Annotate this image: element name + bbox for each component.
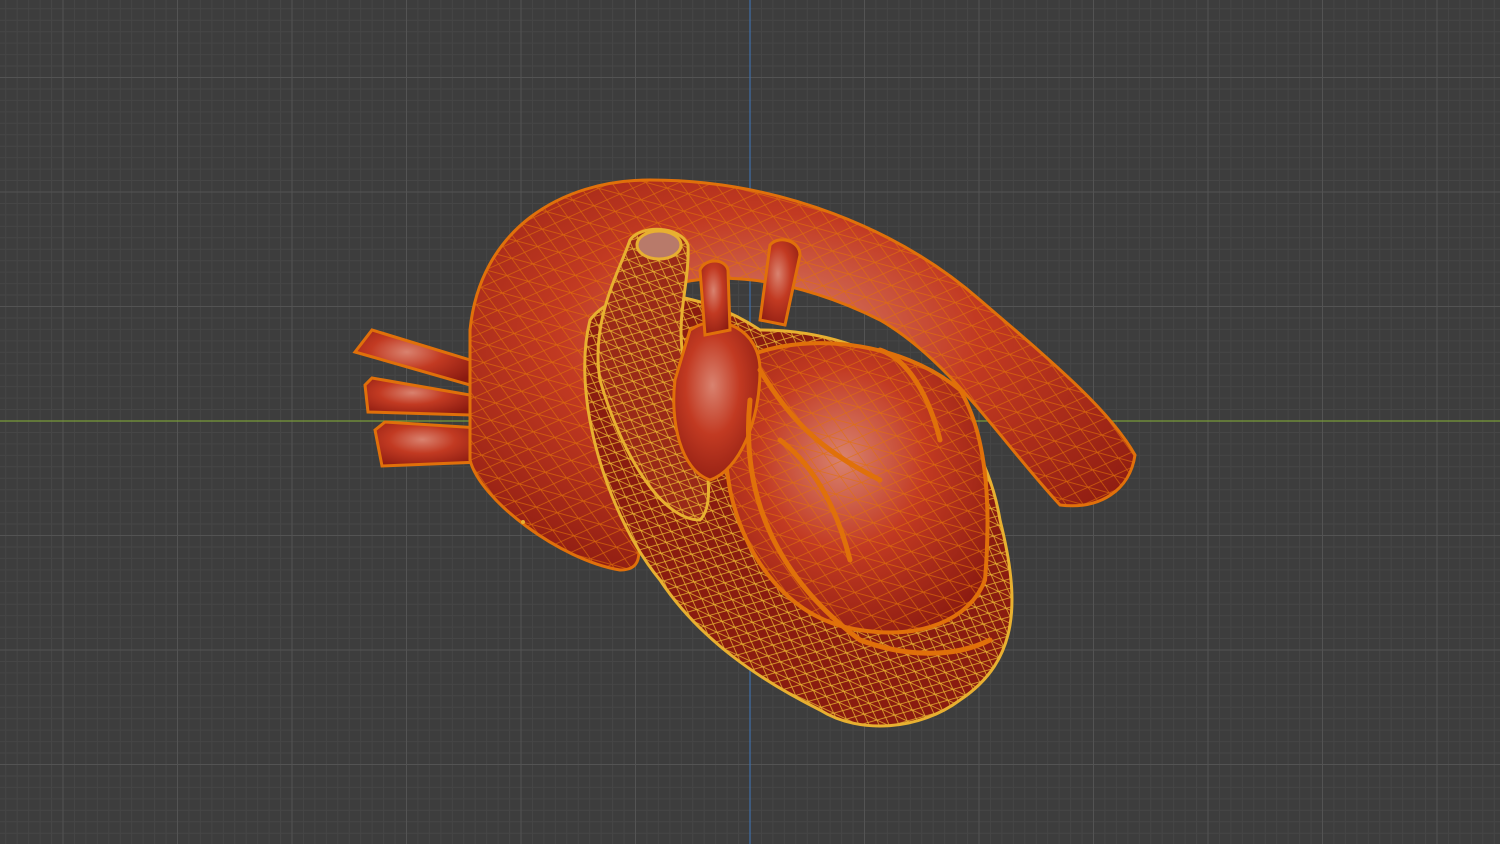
3d-viewport[interactable] [0, 0, 1500, 844]
small-vessel [698, 259, 732, 337]
origin-point [521, 520, 525, 524]
heart-model[interactable] [0, 0, 1500, 844]
left-vessels [352, 328, 482, 468]
vessel-opening [635, 229, 683, 261]
